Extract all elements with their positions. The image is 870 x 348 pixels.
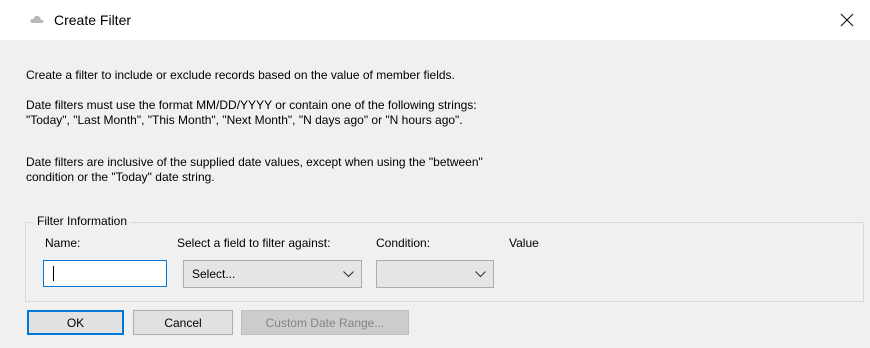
close-icon: [840, 13, 854, 27]
chevron-down-icon: [343, 271, 354, 278]
inclusive-note-text: Date filters are inclusive of the suppli…: [26, 155, 483, 169]
field-select[interactable]: Select...: [183, 260, 362, 288]
field-label: Select a field to filter against:: [177, 236, 331, 250]
custom-date-range-button[interactable]: Custom Date Range...: [241, 310, 409, 335]
group-legend: Filter Information: [34, 214, 131, 228]
ok-button[interactable]: OK: [27, 310, 124, 335]
condition-select[interactable]: [376, 260, 494, 288]
cancel-button[interactable]: Cancel: [133, 310, 233, 335]
inclusive-note-text-2: condition or the "Today" date string.: [26, 170, 215, 184]
condition-label: Condition:: [376, 236, 431, 250]
chevron-down-icon: [475, 271, 486, 278]
title-bar: Create Filter: [0, 0, 870, 40]
description-text: Create a filter to include or exclude re…: [26, 68, 455, 82]
close-button[interactable]: [824, 0, 870, 40]
text-caret: [53, 266, 54, 281]
window-title: Create Filter: [54, 12, 132, 28]
date-format-text: Date filters must use the format MM/DD/Y…: [26, 98, 477, 112]
name-input[interactable]: [43, 260, 167, 287]
name-label: Name:: [45, 236, 81, 250]
value-label: Value: [509, 236, 539, 250]
cloud-icon: [30, 15, 44, 23]
date-strings-text: "Today", "Last Month", "This Month", "Ne…: [26, 113, 463, 127]
field-select-value: Select...: [192, 267, 236, 281]
